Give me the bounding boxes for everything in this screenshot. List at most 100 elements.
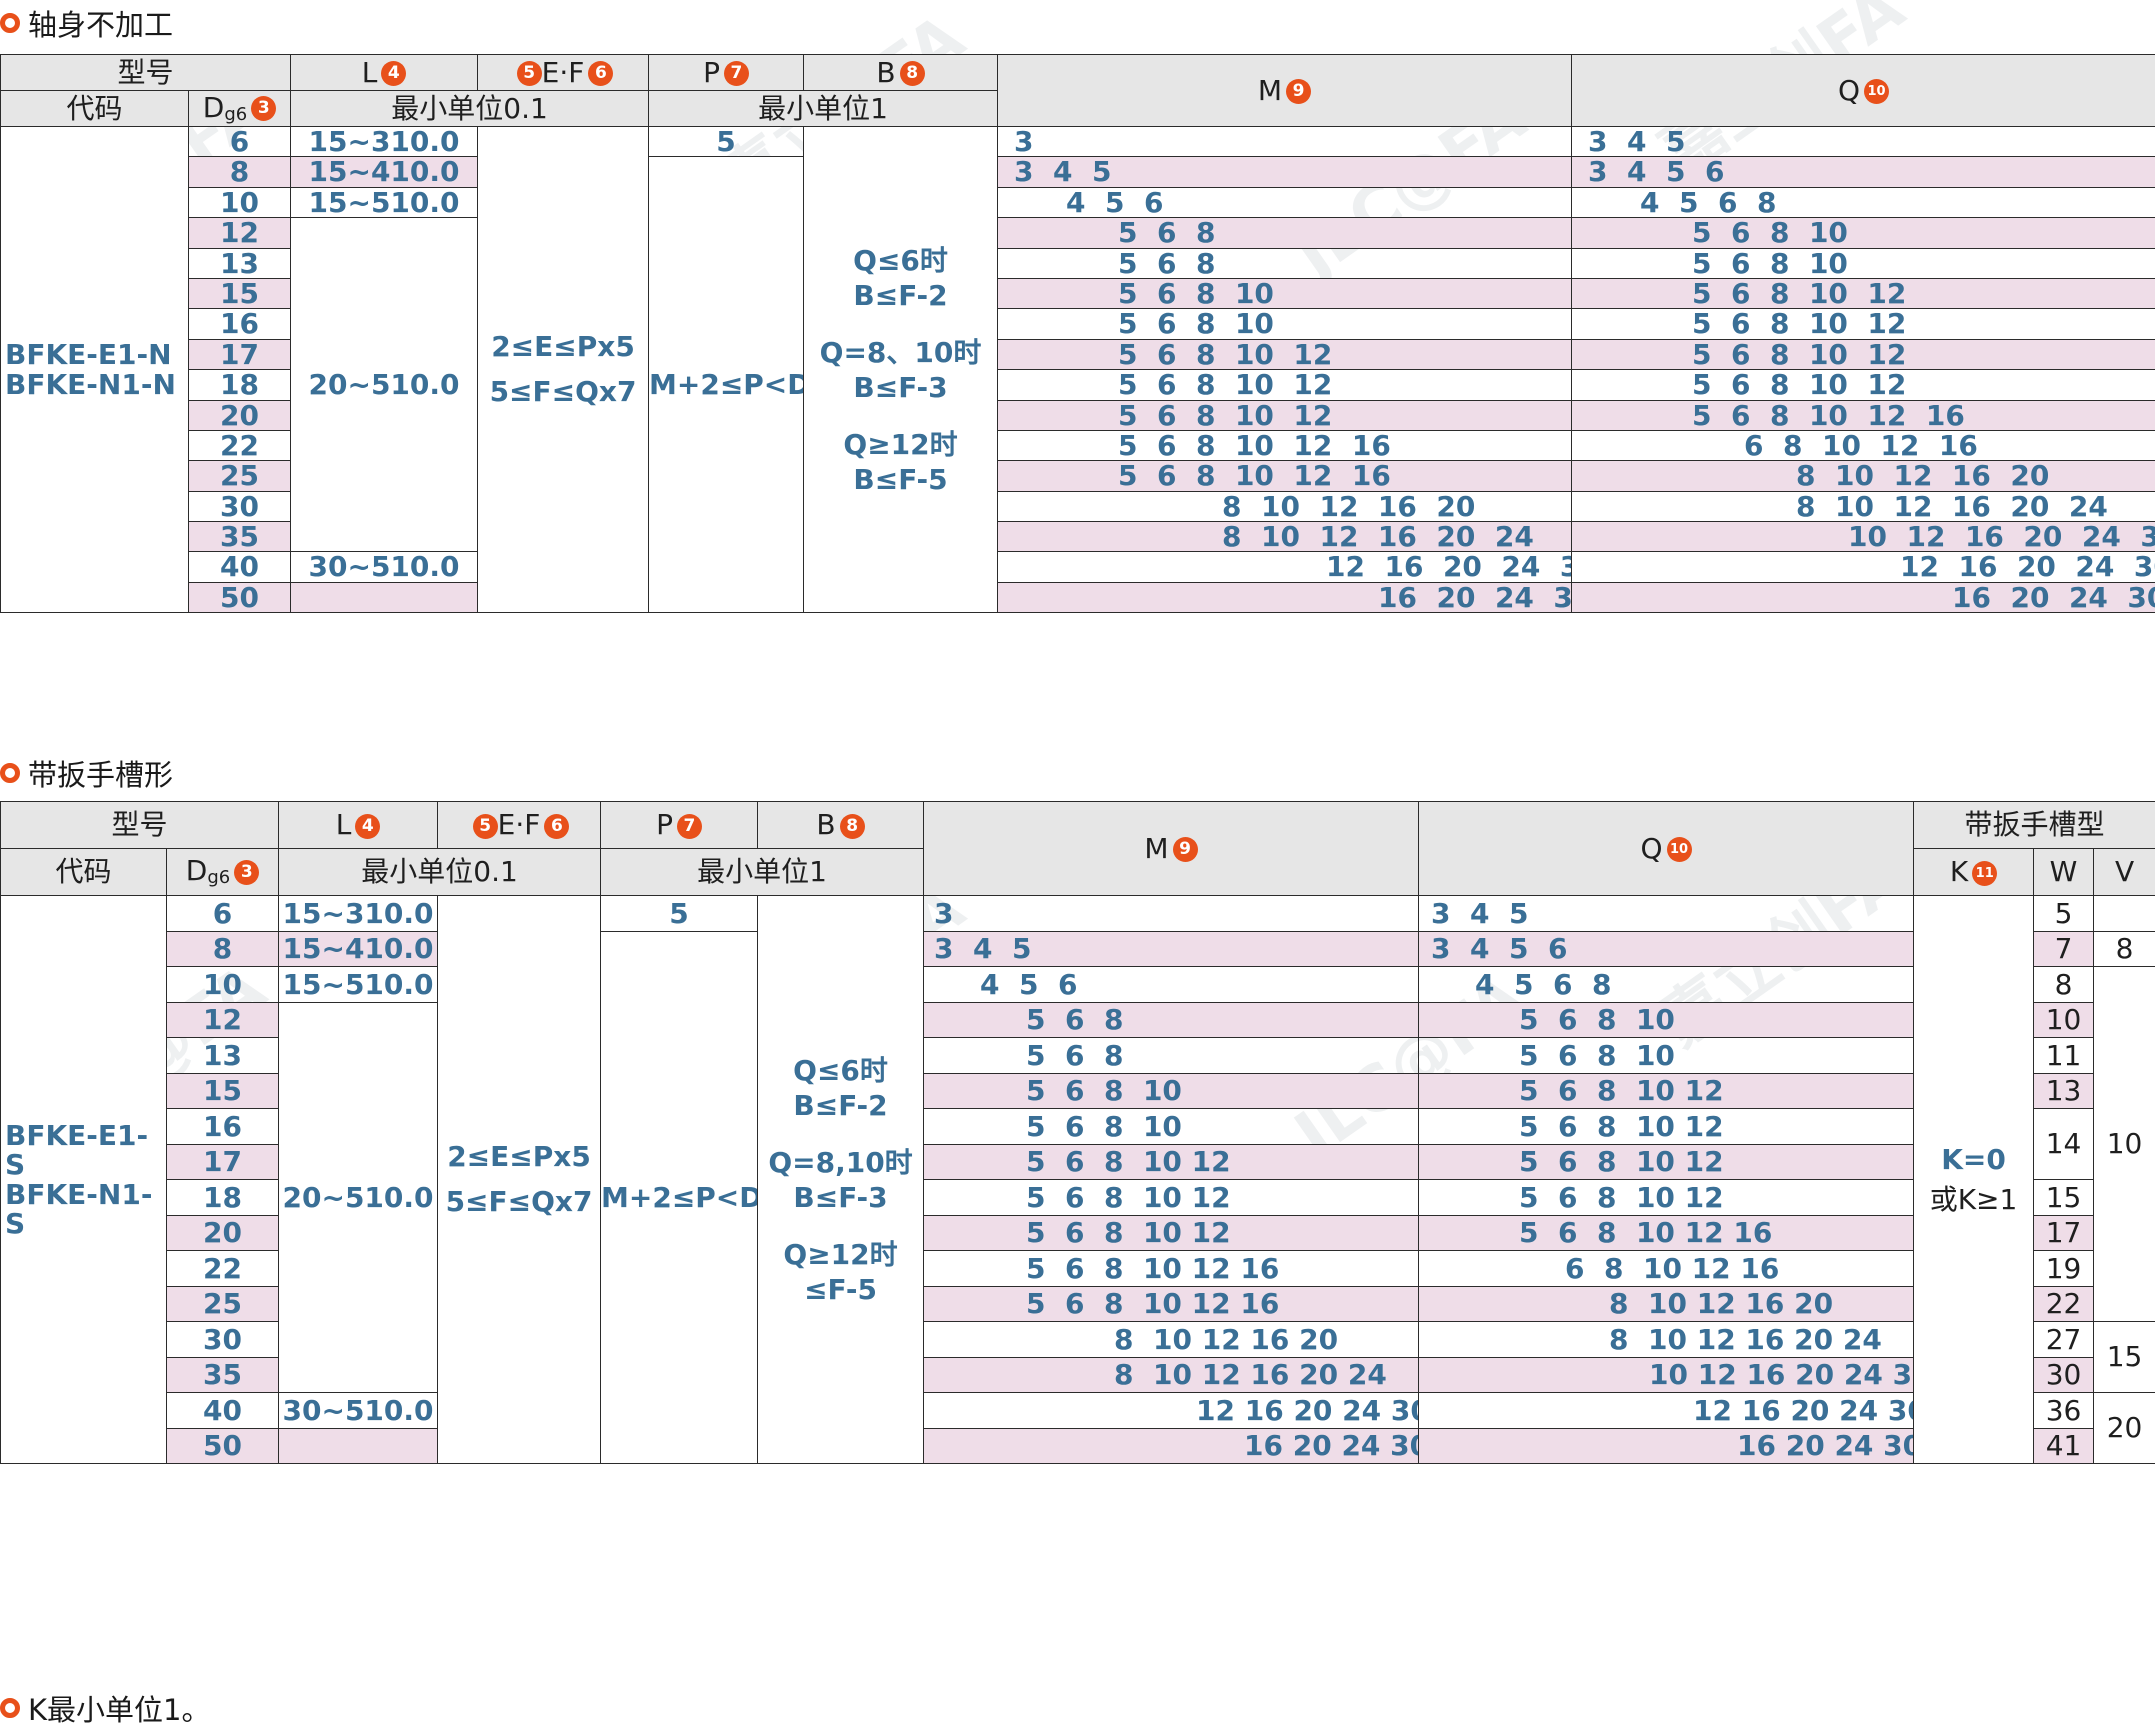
m-values: 8 10 12 16 20 24	[998, 522, 1534, 552]
diameter-cell: 40	[189, 552, 291, 582]
m-values: 8 10 12 16 20	[998, 491, 1475, 521]
diameter-cell: 16	[167, 1109, 279, 1145]
q-values-cell: 12 16 20 24 30	[1419, 1393, 1914, 1429]
table-row: 1015~510.04 5 64 5 6 8	[1, 187, 2155, 217]
number-badge-icon: 7	[724, 61, 749, 86]
m-values: 5 6 8 10 12	[998, 400, 1332, 430]
q-values: 4 5 6 8	[1419, 968, 1611, 1001]
q-values: 5 6 8 10	[1419, 1039, 1675, 1072]
v-value-cell: 15	[2094, 1322, 2155, 1393]
m-values-cell: 16 20 24 30	[998, 582, 1572, 612]
q-values-cell: 5 6 8 10 12	[1419, 1073, 1914, 1109]
m-values: 5 6 8 10 12	[924, 1145, 1231, 1178]
q-values-cell: 5 6 8 10 12	[1572, 278, 2155, 308]
q-values: 10 12 16 20 24 30	[1572, 522, 2155, 552]
diameter-cell: 16	[189, 309, 291, 339]
w-value-cell: 11	[2034, 1038, 2094, 1074]
table-row: 1220~510.05 6 85 6 8 10	[1, 218, 2155, 248]
length-cell: 20~510.0	[279, 1002, 438, 1393]
w-value-cell: 36	[2034, 1393, 2094, 1429]
header-code: 代码	[1, 849, 167, 896]
length-cell: 15~510.0	[291, 187, 478, 217]
m-values-cell: 5 6 8	[924, 1038, 1419, 1074]
q-values-cell: 8 10 12 16 20 24	[1419, 1322, 1914, 1358]
model-code: BFKE-E1-N	[5, 338, 172, 371]
q-values-cell: 5 6 8 10	[1572, 218, 2155, 248]
m-values: 5 6 8 10	[924, 1110, 1182, 1143]
b-range-cell: Q≤6时B≤F-2Q=8,10时B≤F-3Q≥12时≤F-5	[758, 896, 924, 1464]
q-values: 5 6 8 10 12	[1572, 309, 1906, 339]
m-values: 5 6 8 10 12 16	[924, 1252, 1279, 1285]
length-cell	[291, 582, 478, 612]
m-values-cell: 5 6 8 10	[924, 1109, 1419, 1145]
w-value-cell: 10	[2034, 1002, 2094, 1038]
number-badge-icon: 8	[840, 814, 865, 839]
diameter-cell: 6	[167, 896, 279, 932]
header-code: 代码	[1, 91, 189, 127]
header-dg6: Dg63	[167, 849, 279, 896]
m-values-cell: 5 6 8 10	[998, 278, 1572, 308]
q-values: 5 6 8 10 12 16	[1419, 1216, 1772, 1249]
q-values-cell: 5 6 8 10	[1419, 1038, 1914, 1074]
q-values: 12 16 20 24 30	[1419, 1394, 1914, 1427]
header-L: L4	[291, 55, 478, 91]
diameter-cell: 12	[167, 1002, 279, 1038]
diameter-cell: 10	[167, 967, 279, 1003]
m-values-cell: 3	[998, 127, 1572, 157]
ef-range: 5≤F≤Qx7	[490, 375, 637, 408]
diameter-cell: 22	[189, 430, 291, 460]
header-Q: Q10	[1419, 802, 1914, 896]
b-range: ≤F-5	[804, 1273, 877, 1306]
m-values: 3	[924, 897, 953, 930]
q-values-cell: 12 16 20 24 30	[1572, 552, 2155, 582]
header-W: W	[2034, 849, 2094, 896]
table-row: 4030~510.012 16 20 24 3012 16 20 24 30	[1, 552, 2155, 582]
length-cell: 15~310.0	[279, 896, 438, 932]
diameter-cell: 30	[167, 1322, 279, 1358]
section-title-text: 轴身不加工	[28, 2, 173, 44]
header-P: P7	[601, 802, 758, 849]
p-range-cell: M+2≤P<D	[601, 931, 758, 1464]
q-values: 5 6 8 10	[1572, 218, 1848, 248]
w-value-cell: 17	[2034, 1215, 2094, 1251]
diameter-cell: 25	[167, 1286, 279, 1322]
m-values: 3 4 5	[924, 932, 1031, 965]
q-values: 5 6 8 10	[1572, 248, 1848, 278]
header-L: L4	[279, 802, 438, 849]
q-values: 10 12 16 20 24 30	[1419, 1358, 1914, 1391]
b-range: Q≤6时	[853, 244, 948, 277]
table-row: 815~410.0M+2≤P<D3 4 53 4 5 678	[1, 931, 2155, 967]
m-values: 8 10 12 16 20 24	[924, 1358, 1387, 1391]
w-value-cell: 8	[2034, 967, 2094, 1003]
header-K: K11	[1914, 849, 2034, 896]
section-title-plain-shaft: 轴身不加工	[0, 2, 173, 44]
q-values: 3 4 5	[1419, 897, 1528, 930]
q-values-cell: 3 4 5 6	[1419, 931, 1914, 967]
spec-table-plain: 型号 L4 5E·F6 P7 B8 M9 Q10 代码 Dg63 最小单位0.1…	[0, 54, 2155, 613]
m-values: 5 6 8 10	[998, 278, 1274, 308]
m-values-cell: 3 4 5	[924, 931, 1419, 967]
b-range: B≤F-3	[793, 1181, 887, 1214]
diameter-cell: 8	[167, 931, 279, 967]
footnote-text: K最小单位1。	[28, 1687, 210, 1729]
header-B: B8	[804, 55, 998, 91]
table-row: 815~410.0M+2≤P<D3 4 53 4 5 6	[1, 157, 2155, 187]
m-values: 5 6 8 10 12	[924, 1216, 1231, 1249]
q-values-cell: 5 6 8 10 12	[1572, 370, 2155, 400]
number-badge-icon: 10	[1864, 79, 1889, 104]
q-values-cell: 6 8 10 12 16	[1419, 1251, 1914, 1287]
length-cell: 30~510.0	[279, 1393, 438, 1429]
number-badge-icon: 9	[1286, 79, 1311, 104]
m-values-cell: 5 6 8 10 12 16	[998, 430, 1572, 460]
spec-table-wrench: 型号 L4 5E·F6 P7 B8 M9 Q10 带扳手槽型 代码 Dg63 最…	[0, 801, 2155, 1464]
number-badge-icon: 11	[1972, 861, 1997, 886]
w-value-cell: 19	[2034, 1251, 2094, 1287]
table-row: 5016 20 24 3016 20 24 3041	[1, 1428, 2155, 1464]
length-cell	[279, 1428, 438, 1464]
m-values: 3 4 5	[998, 157, 1111, 187]
k-value: K=0	[1941, 1143, 2006, 1176]
w-value-cell: 5	[2034, 896, 2094, 932]
diameter-cell: 18	[189, 370, 291, 400]
m-values: 4 5 6	[924, 968, 1077, 1001]
number-badge-icon: 8	[900, 61, 925, 86]
